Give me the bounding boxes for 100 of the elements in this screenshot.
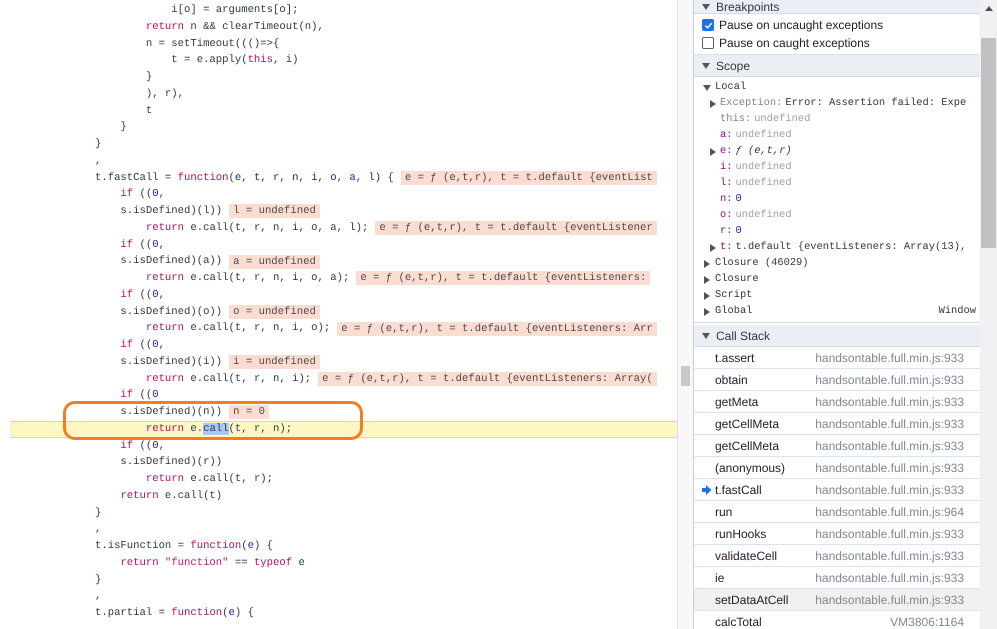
code-line: s.isDefined)(i)) [119,354,222,370]
code-line: , [95,522,102,538]
code-line: ), r), [144,86,184,102]
scope-name[interactable]: Local [715,80,976,96]
code-line: if ((0, [119,238,165,252]
current-code-line: return e.call(t, r, n); [144,422,292,437]
scope-name[interactable]: Closure [715,272,976,288]
expanded-arrow-icon[interactable] [702,332,710,338]
property-name: l: [720,176,732,192]
property-value: ƒ (e,t,r) [735,144,792,160]
property-value: undefined [735,176,792,192]
expanded-arrow-icon[interactable] [702,4,710,10]
checkbox-label[interactable]: Pause on caught exceptions [719,34,870,52]
inline-value: l = undefined [229,204,320,218]
code-line: t.isFunction = function(e) { [95,539,274,554]
checkbox[interactable] [702,19,714,31]
section-header[interactable]: Scope [694,55,980,77]
inline-value: e = ƒ (e,t,r), t = t.default {eventListeners: Array( [318,372,657,386]
code-line: return n && clearTimeout(n), [144,20,324,35]
code-line: t [144,104,152,118]
code-line: } [95,137,102,152]
collapsed-arrow-icon[interactable] [704,260,710,268]
inline-value: n = 0 [229,405,269,420]
code-line: return e.call(t, r, n, i, o); [144,321,330,336]
code-line: if ((0, [119,288,165,303]
property-value: 0 [735,192,742,208]
checkbox[interactable] [702,37,714,49]
code-line: t.partial = function(e) { [95,606,254,621]
code-line: } [95,572,102,588]
scope-name[interactable]: Closure (46029) [715,256,976,272]
inline-value: a = undefined [229,254,320,269]
code-line: n = setTimeout((()=>{ [144,36,280,52]
code-line: return e.call(t, r); [144,472,274,487]
property-name: t: [720,240,732,256]
code-line: s.isDefined)(l)) [119,204,222,219]
code-line: } [119,120,127,136]
code-line: s.isDefined)(o)) [119,304,222,320]
section-title: Scope [716,58,750,74]
code-line: i[o] = arguments[o]; [170,3,298,18]
code-line: if ((0, [119,187,165,202]
collapsed-arrow-icon[interactable] [704,276,710,284]
property-value: undefined [754,112,810,128]
scroll-up-arrow-icon[interactable] [984,6,992,11]
collapsed-arrow-icon[interactable] [710,148,716,156]
scrollbar[interactable] [677,0,693,629]
property-name: r: [720,224,732,240]
property-value: t.default {eventListeners: Array(13), [735,240,966,256]
inline-value: e = ƒ (e,t,r), t = t.default {eventListeners: Arr [337,322,657,336]
collapsed-arrow-icon[interactable] [704,308,710,316]
code-line: if ((0, [119,438,165,454]
code-line: t.fastCall = function(e, t, r, n, i, o, a, l) { [95,170,394,186]
code-line: return "function" == typeof e [119,556,305,571]
expanded-arrow-icon[interactable] [703,85,711,91]
scope-name[interactable]: Global [715,304,935,320]
code-line: s.isDefined)(r)) [119,455,222,470]
property-value: undefined [735,208,792,224]
property-name: i: [720,160,732,176]
code-line: } [144,70,152,85]
collapsed-arrow-icon[interactable] [710,244,716,252]
scrollbar-thumb[interactable] [681,366,690,386]
code-line: return e.call(t, r, n, i); [144,372,312,386]
collapsed-arrow-icon[interactable] [704,292,710,300]
inline-value: e = ƒ (e,t,r), t = t.default {eventListeners: [356,271,650,286]
scope-value: Window [938,304,976,320]
property-name: e: [720,144,732,160]
code-line: s.isDefined)(a)) [119,254,222,270]
code-line: return e.call(t) [119,488,222,504]
inline-value: i = undefined [229,355,320,370]
code-line: , [95,154,102,169]
scrollbar[interactable] [980,0,997,629]
call-frame[interactable]: setDataAtCell handsontable.full.min.js:933 [694,589,980,611]
code-line: t = e.apply(this, i) [170,53,298,68]
expanded-arrow-icon[interactable] [702,62,710,68]
collapsed-arrow-icon[interactable] [710,100,716,108]
property-value: undefined [735,160,792,176]
code-line: s.isDefined)(n)) [119,405,222,420]
section-title: Breakpoints [716,0,780,14]
property-name: this: [720,112,752,128]
checkbox-label[interactable]: Pause on uncaught exceptions [719,16,884,34]
code-line: if ((0, [119,338,165,353]
scrollbar-thumb[interactable] [981,38,996,248]
property-name: a: [720,128,732,144]
inline-value: e = ƒ (e,t,r), t = t.default {eventList [400,170,657,185]
property-name: Exception: [720,96,782,112]
section-header[interactable]: Breakpoints [694,0,980,14]
property-value: Error: Assertion failed: Expe [785,96,966,112]
code-line: if ((0 [119,388,159,404]
property-value: 0 [735,224,742,240]
code-line: } [95,506,102,520]
property-name: o: [720,208,732,224]
property-value: undefined [735,128,792,144]
section-header[interactable]: Call Stack [694,325,980,347]
inline-value: e = ƒ (e,t,r), t = t.default {eventListener [375,221,657,236]
inline-value: o = undefined [229,304,320,319]
code-line: , [95,589,102,604]
section-title: Call Stack [716,328,770,344]
scope-name[interactable]: Script [715,288,976,304]
property-name: n: [720,192,732,208]
code-line: return e.call(t, r, n, i, o, a); [144,271,350,286]
code-line: return e.call(t, r, n, i, o, a, l); [144,220,368,236]
